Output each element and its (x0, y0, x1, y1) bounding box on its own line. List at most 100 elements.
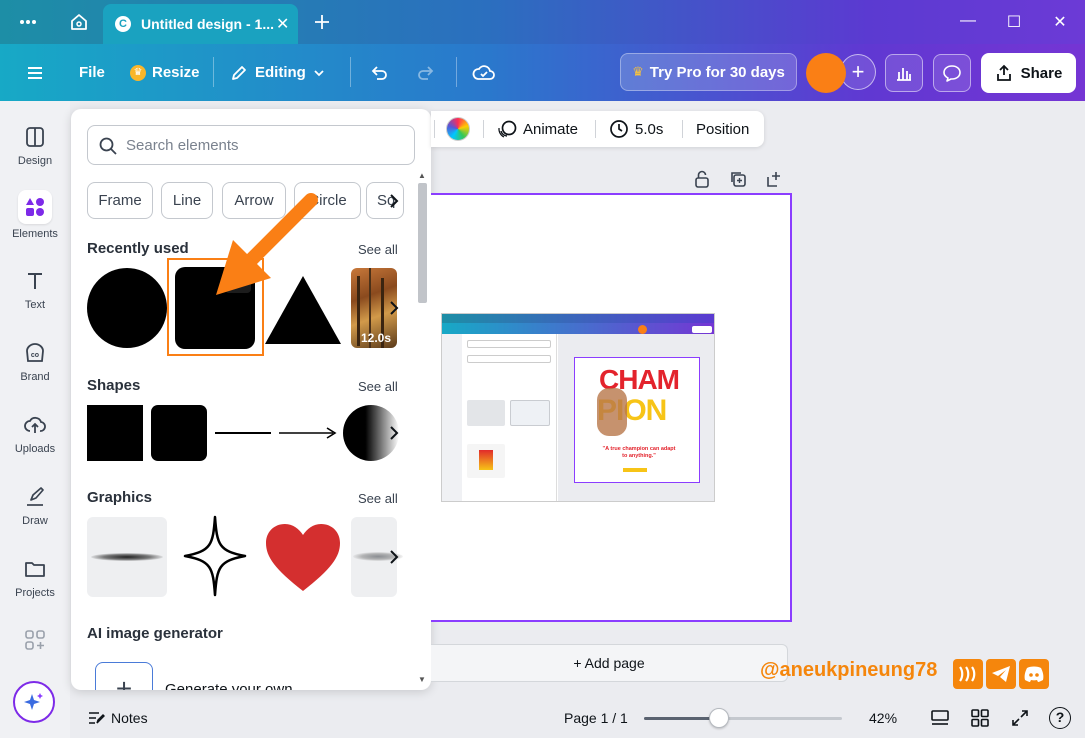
page-indicator[interactable]: Page 1 / 1 (564, 710, 628, 726)
file-menu-button[interactable]: File (79, 44, 105, 101)
insights-button[interactable] (885, 54, 923, 92)
shapes-see-all[interactable]: See all (358, 379, 398, 394)
animate-icon (497, 119, 517, 139)
sidebar-item-design[interactable]: Design (0, 125, 70, 167)
close-icon[interactable]: ✕ (276, 14, 289, 34)
tab-title: Untitled design - 1... (141, 16, 275, 32)
share-button[interactable]: Share (981, 53, 1076, 93)
elements-icon (18, 190, 52, 224)
scroll-up-icon[interactable]: ▲ (418, 171, 426, 180)
color-picker-button[interactable] (446, 111, 470, 147)
window-close-icon[interactable]: ✕ (1050, 12, 1070, 32)
more-icon[interactable] (18, 12, 38, 32)
graphic-red-heart[interactable] (265, 523, 341, 593)
shape-square[interactable] (87, 405, 143, 461)
recently-used-see-all[interactable]: See all (358, 242, 398, 257)
home-icon[interactable] (69, 12, 89, 32)
zoom-slider[interactable] (644, 717, 842, 720)
apps-icon (23, 628, 47, 652)
left-sidebar: Design Elements Text co Brand Uploads Dr… (0, 101, 70, 738)
sidebar-item-projects[interactable]: Projects (0, 557, 70, 599)
lock-icon[interactable] (693, 170, 711, 188)
embedded-screenshot-image[interactable]: CHAM PION "A true champion can adapt to … (441, 313, 715, 502)
editing-mode-dropdown[interactable]: Editing (229, 44, 326, 101)
elements-panel: Frame Line Arrow Circle Sq Recently used… (71, 109, 431, 690)
browser-tab[interactable]: C Untitled design - 1... ✕ (103, 4, 298, 44)
shapes-title: Shapes (87, 377, 141, 394)
chip-line[interactable]: Line (161, 182, 213, 219)
comment-icon (942, 63, 962, 83)
scroll-down-icon[interactable]: ▼ (418, 675, 426, 684)
fullscreen-icon[interactable] (1010, 708, 1030, 728)
zoom-level[interactable]: 42% (869, 710, 897, 726)
chevron-right-icon[interactable] (384, 547, 404, 567)
try-pro-label: Try Pro for 30 days (649, 63, 785, 81)
cloud-saved-icon[interactable] (472, 44, 496, 101)
generate-plus-button[interactable]: + (95, 662, 153, 690)
search-input[interactable] (126, 134, 406, 156)
sidebar-item-uploads[interactable]: Uploads (0, 413, 70, 455)
magic-sparkle-button[interactable] (13, 681, 55, 723)
scrollbar[interactable]: ▲ ▼ (416, 171, 428, 690)
resize-button[interactable]: ♛ Resize (130, 44, 200, 101)
draw-icon (23, 485, 47, 509)
animate-label: Animate (523, 120, 579, 138)
notes-label: Notes (111, 710, 148, 726)
editor-toolbar: File ♛ Resize Editing ♛ Try Pro for 30 d… (0, 44, 1085, 101)
grid-view-icon[interactable] (970, 708, 990, 728)
pencil-icon (229, 63, 249, 83)
sidebar-item-text[interactable]: Text (0, 269, 70, 311)
embed-quote: "A true champion can adapt to anything." (602, 446, 676, 459)
design-icon (23, 125, 47, 149)
duplicate-page-icon[interactable] (729, 170, 747, 188)
maximize-icon[interactable]: ☐ (1004, 12, 1024, 32)
sidebar-item-label: Brand (20, 371, 50, 383)
position-button[interactable]: Position (696, 111, 749, 147)
page-view-icon[interactable] (930, 708, 950, 728)
video-duration-label: 12.0s (361, 331, 392, 345)
sidebar-item-apps[interactable] (0, 628, 70, 658)
scroll-thumb[interactable] (418, 183, 427, 303)
graphic-shadow-stroke[interactable] (87, 517, 167, 597)
steemit-logo-icon (953, 659, 983, 689)
minimize-icon[interactable]: — (958, 12, 978, 30)
try-pro-button[interactable]: ♛ Try Pro for 30 days (620, 53, 797, 91)
add-page-button[interactable]: + Add page (431, 644, 788, 682)
chevron-right-icon[interactable] (384, 298, 404, 318)
shape-rounded-square[interactable] (151, 405, 207, 461)
canva-logo: C (115, 16, 131, 32)
notes-button[interactable]: Notes (87, 710, 148, 726)
chevron-right-icon[interactable] (384, 423, 404, 443)
zoom-slider-handle[interactable] (709, 708, 729, 728)
sidebar-item-draw[interactable]: Draw (0, 485, 70, 527)
clock-icon (609, 119, 629, 139)
recent-circle-shape[interactable] (87, 268, 167, 348)
graphics-see-all[interactable]: See all (358, 491, 398, 506)
new-tab-plus-icon[interactable] (312, 12, 332, 32)
duration-button[interactable]: 5.0s (609, 111, 663, 147)
ai-generator-title: AI image generator (87, 625, 223, 642)
animate-button[interactable]: Animate (497, 111, 578, 147)
text-icon (23, 269, 47, 293)
graphics-title: Graphics (87, 489, 153, 506)
chip-frame[interactable]: Frame (87, 182, 153, 219)
browser-title-bar: C Untitled design - 1... ✕ — ☐ ✕ (0, 0, 1085, 44)
crown-icon: ♛ (130, 64, 146, 81)
recently-used-title: Recently used (87, 240, 189, 257)
redo-icon[interactable] (415, 44, 437, 101)
graphic-sparkle-star[interactable] (183, 515, 247, 597)
chevron-right-icon[interactable] (384, 191, 404, 211)
comments-button[interactable] (933, 54, 971, 92)
add-page-icon[interactable] (765, 170, 783, 188)
avatar[interactable] (806, 53, 846, 93)
sidebar-item-elements[interactable]: Elements (0, 190, 70, 240)
shape-line[interactable] (215, 432, 271, 434)
sidebar-item-brand[interactable]: co Brand (0, 341, 70, 383)
undo-icon[interactable] (368, 44, 390, 101)
menu-icon[interactable] (24, 44, 46, 101)
search-box[interactable] (87, 125, 415, 165)
shape-arrow[interactable] (279, 425, 337, 441)
generate-your-own-label[interactable]: Generate your own (165, 681, 293, 690)
help-icon[interactable]: ? (1049, 707, 1071, 729)
chevron-down-icon (312, 66, 326, 80)
